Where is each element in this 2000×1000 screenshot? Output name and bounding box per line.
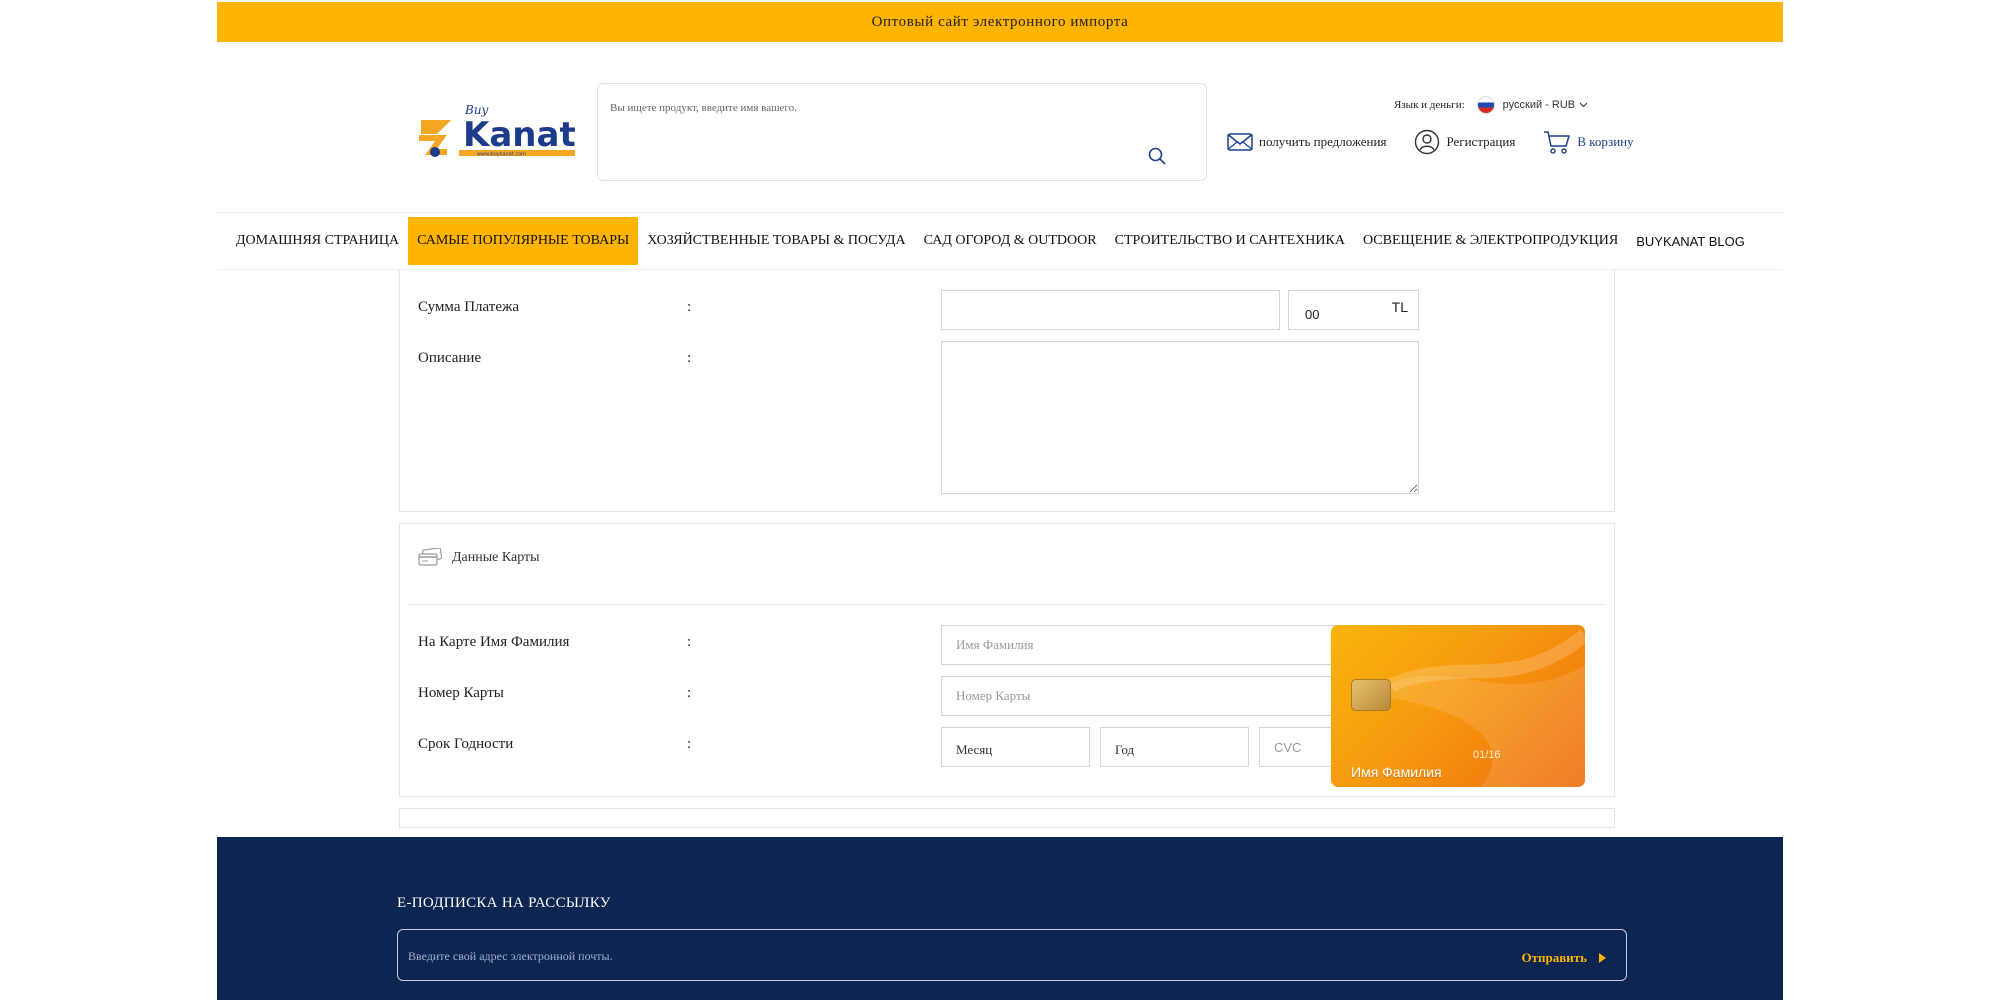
language-selector[interactable]: русский - RUB (1503, 99, 1588, 111)
newsletter-form: Отправить (397, 929, 1627, 981)
site-logo[interactable]: Buy Kanat www.buykanat.com (417, 100, 577, 162)
search-box (597, 83, 1207, 181)
expiry-month-select[interactable]: Месяц (941, 727, 1090, 767)
get-offers-link[interactable]: получить предложения (1227, 132, 1386, 152)
logo-name-text: Kanat (463, 115, 576, 155)
expiry-label: Срок Годности (418, 736, 514, 752)
nav-item-household[interactable]: ХОЗЯЙСТВЕННЫЕ ТОВАРЫ & ПОСУДА (638, 217, 914, 265)
user-icon (1415, 129, 1440, 155)
announcement-text: Оптовый сайт электронного импорта (871, 13, 1129, 30)
expiry-year-value: Год (1115, 742, 1135, 757)
header-links: получить предложения Регистрация В корзи… (1227, 128, 1634, 156)
expiry-month-value: Месяц (956, 742, 993, 757)
russia-flag-icon (1476, 96, 1495, 114)
currency-label: TL (1391, 299, 1408, 315)
card-number-label: Номер Карты (418, 685, 504, 701)
play-arrow-icon (1599, 953, 1606, 963)
nav-item-lighting[interactable]: ОСВЕЩЕНИЕ & ЭЛЕКТРОПРОДУКЦИЯ (1354, 217, 1627, 265)
cart-icon (1544, 131, 1571, 154)
logo-site-text: www.buykanat.com (477, 152, 526, 158)
card-preview-name: Имя Фамилия (1351, 764, 1442, 780)
language-currency: Язык и деньги: русский - RUB (1394, 94, 1588, 116)
expiry-colon: : (687, 736, 692, 752)
newsletter-submit-label: Отправить (1521, 950, 1588, 965)
card-number-colon: : (687, 685, 692, 701)
search-button[interactable] (1145, 144, 1169, 168)
empty-panel (399, 808, 1615, 828)
page-container: Оптовый сайт электронного импорта Buy Ka… (217, 0, 1783, 1000)
payment-details-panel: Сумма Платежа : 00 TL Описание : (399, 270, 1615, 512)
amount-cents-field[interactable]: 00 TL (1288, 290, 1419, 330)
newsletter-footer: E-ПОДПИСКА НА РАССЫЛКУ Отправить (217, 837, 1783, 1000)
nav-item-popular[interactable]: САМЫЕ ПОПУЛЯРНЫЕ ТОВАРЫ (408, 217, 639, 265)
cardholder-colon: : (687, 634, 692, 650)
search-icon (1148, 147, 1166, 165)
register-label: Регистрация (1446, 134, 1516, 149)
chevron-down-icon (1579, 102, 1588, 108)
card-section-divider (409, 604, 1605, 605)
cardholder-label: На Карте Имя Фамилия (418, 634, 570, 650)
language-label: Язык и деньги: (1394, 99, 1465, 111)
main-navigation: ДОМАШНЯЯ СТРАНИЦА САМЫЕ ПОПУЛЯРНЫЕ ТОВАР… (217, 212, 1783, 270)
card-preview: 01/16 Имя Фамилия (1331, 625, 1585, 787)
nav-item-construction[interactable]: СТРОИТЕЛЬСТВО И САНТЕХНИКА (1106, 217, 1354, 265)
cart-label: В корзину (1577, 134, 1634, 149)
amount-colon: : (687, 299, 692, 315)
language-current: русский - RUB (1502, 99, 1576, 111)
card-section-header: Данные Карты (418, 548, 540, 568)
card-details-panel: Данные Карты На Карте Имя Фамилия : Номе… (399, 523, 1615, 797)
mail-icon (1227, 133, 1253, 151)
credit-card-icon (418, 548, 442, 566)
description-label: Описание (418, 350, 482, 366)
nav-item-blog[interactable]: BUYKANAT BLOG (1627, 217, 1754, 265)
description-textarea[interactable] (941, 341, 1419, 494)
newsletter-email-input[interactable] (408, 946, 1308, 966)
newsletter-title: E-ПОДПИСКА НА РАССЫЛКУ (397, 895, 611, 911)
search-input[interactable] (610, 98, 1110, 118)
amount-label: Сумма Платежа (418, 299, 520, 315)
cart-link[interactable]: В корзину (1543, 129, 1634, 155)
top-announcement-bar: Оптовый сайт электронного импорта (217, 2, 1783, 42)
amount-input[interactable] (941, 290, 1280, 330)
amount-cents-value: 00 (1305, 307, 1320, 322)
get-offers-label: получить предложения (1259, 134, 1387, 149)
expiry-year-select[interactable]: Год (1100, 727, 1249, 767)
description-colon: : (687, 350, 692, 366)
buykanat-logo-icon: Buy Kanat www.buykanat.com (419, 103, 576, 158)
nav-item-home[interactable]: ДОМАШНЯЯ СТРАНИЦА (227, 217, 408, 265)
card-chip-icon (1351, 679, 1391, 711)
register-link[interactable]: Регистрация (1414, 129, 1515, 155)
card-section-title: Данные Карты (452, 550, 540, 565)
nav-item-garden[interactable]: САД ОГОРОД & OUTDOOR (915, 217, 1106, 265)
newsletter-submit-button[interactable]: Отправить (1521, 950, 1606, 966)
card-preview-expiry: 01/16 (1473, 749, 1501, 761)
